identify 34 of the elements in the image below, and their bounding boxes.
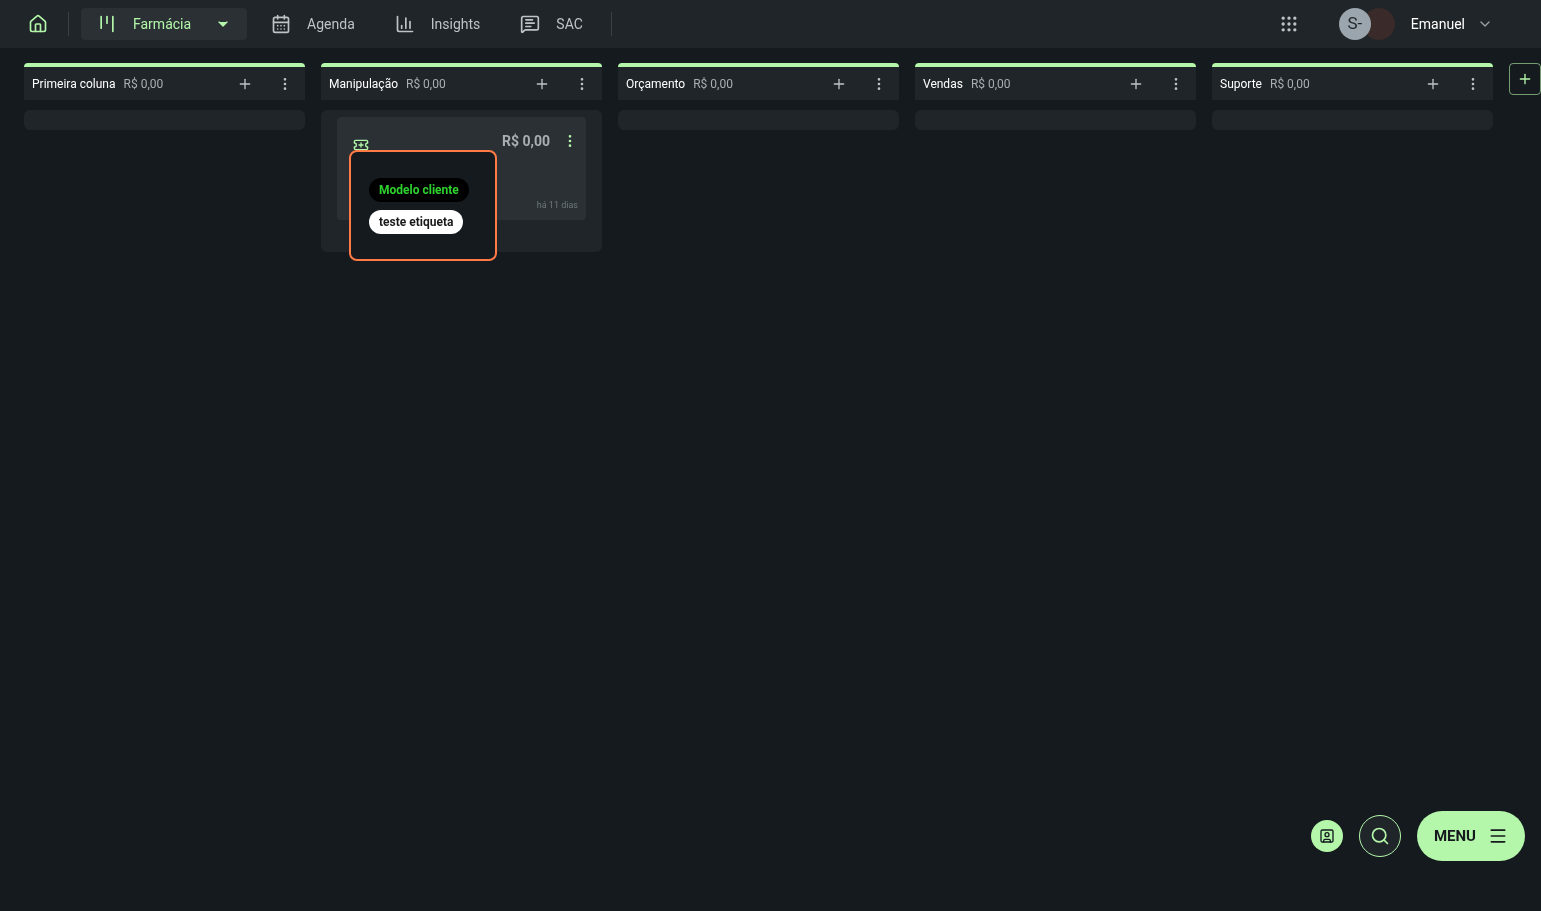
column-total: R$ 0,00 (970, 75, 1011, 93)
tag-chip[interactable]: Modelo cliente (369, 178, 469, 202)
card-value: R$ 0,00 (501, 131, 550, 151)
chat-icon (520, 14, 541, 34)
column-title: Primeira coluna (32, 75, 116, 93)
column-total: R$ 0,00 (1270, 75, 1310, 93)
bar-chart-icon (394, 14, 415, 34)
nav-tab[interactable]: Insights (378, 8, 497, 40)
menu-icon (1488, 826, 1508, 846)
column-total: R$ 0,00 (123, 75, 164, 93)
search-icon (1370, 826, 1390, 846)
plus-icon (1517, 71, 1533, 87)
card-age: há 11 dias (536, 198, 578, 212)
board-icon (97, 14, 117, 34)
nav-tab[interactable]: Farmácia (81, 8, 248, 40)
column-total: R$ 0,00 (693, 75, 733, 93)
initials-avatar: S- (1338, 8, 1371, 40)
column-title: Manipulação (329, 75, 398, 93)
menu-button[interactable]: MENU (1417, 811, 1525, 861)
ticket-icon (353, 137, 369, 153)
user-menu[interactable]: Emanuel (1410, 13, 1493, 35)
column-title: Orçamento (626, 75, 686, 93)
nav-tab[interactable]: SAC (504, 8, 599, 40)
column-title: Vendas (923, 75, 963, 93)
column-title: Suporte (1220, 75, 1262, 93)
contact-button[interactable] (1311, 820, 1343, 852)
calendar-icon (271, 14, 292, 34)
add-column-button[interactable] (1509, 63, 1541, 95)
nav-tab[interactable]: Agenda (255, 8, 371, 40)
contact-icon (1319, 828, 1335, 844)
column-total: R$ 0,00 (406, 75, 446, 93)
tag-chip[interactable]: teste etiqueta (369, 210, 464, 234)
search-button[interactable] (1359, 815, 1401, 857)
home-icon (28, 14, 48, 34)
